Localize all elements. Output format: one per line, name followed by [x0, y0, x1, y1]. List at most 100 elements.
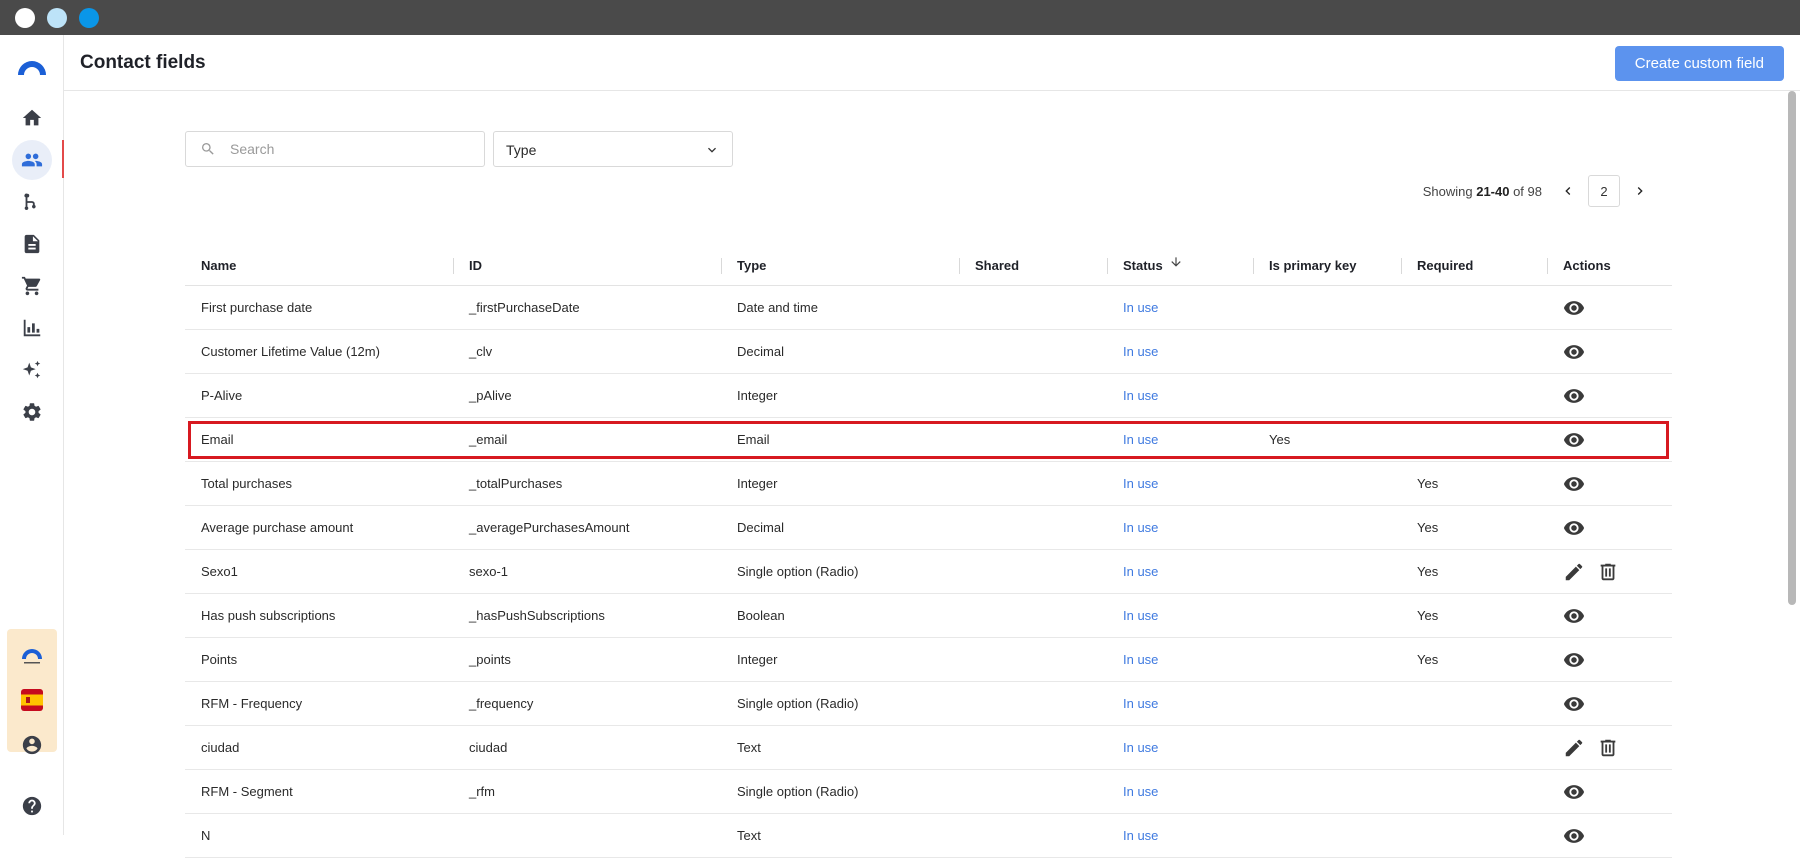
previous-page-button[interactable] — [1556, 179, 1580, 203]
search-icon — [202, 143, 214, 155]
table-row[interactable]: Total purchases _totalPurchases Integer In … — [185, 462, 1672, 506]
search-box[interactable] — [185, 131, 485, 167]
nav-flows[interactable] — [12, 182, 52, 222]
cell-primary-key — [1253, 594, 1401, 637]
cell-status: In use — [1123, 828, 1159, 843]
cell-primary-key — [1253, 814, 1401, 857]
window-minimize-button[interactable] — [47, 8, 67, 28]
scrollbar-thumb[interactable] — [1788, 91, 1796, 605]
view-icon[interactable] — [1563, 297, 1585, 319]
column-header-status[interactable]: Status — [1107, 246, 1253, 286]
cell-name: Email — [201, 432, 234, 447]
column-header-id[interactable]: ID — [453, 246, 721, 286]
nav-account[interactable] — [12, 725, 52, 765]
help-icon — [22, 796, 42, 816]
cell-status: In use — [1123, 652, 1159, 667]
column-header-primary-key[interactable]: Is primary key — [1253, 246, 1401, 286]
cell-status: In use — [1123, 520, 1159, 535]
cell-required: Yes — [1417, 520, 1439, 535]
view-icon[interactable] — [1563, 341, 1585, 363]
table-row[interactable]: Email _email Email In use Yes — [185, 418, 1672, 462]
view-icon[interactable] — [1563, 385, 1585, 407]
table-row[interactable]: ciudad ciudad Text In use — [185, 726, 1672, 770]
table-row[interactable]: N Text In use — [185, 814, 1672, 858]
search-input[interactable] — [230, 132, 470, 166]
next-page-button[interactable] — [1628, 179, 1652, 203]
nav-templates[interactable] — [12, 224, 52, 264]
cell-required: Yes — [1417, 564, 1439, 579]
column-header-required[interactable]: Required — [1401, 246, 1547, 286]
view-icon[interactable] — [1563, 605, 1585, 627]
cell-primary-key: Yes — [1269, 432, 1291, 447]
view-icon[interactable] — [1563, 693, 1585, 715]
nav-cart[interactable] — [12, 266, 52, 306]
cell-primary-key — [1253, 682, 1401, 725]
cell-name: RFM - Frequency — [201, 696, 303, 711]
column-header-name[interactable]: Name — [185, 246, 453, 286]
vertical-scrollbar[interactable] — [1788, 91, 1796, 835]
edit-icon[interactable] — [1563, 561, 1585, 583]
current-page-input[interactable]: 2 — [1588, 175, 1620, 207]
cell-id: _rfm — [469, 784, 495, 799]
view-icon[interactable] — [1563, 473, 1585, 495]
create-custom-field-button[interactable]: Create custom field — [1614, 46, 1784, 81]
table-row[interactable]: Customer Lifetime Value (12m) _clv Decimal… — [185, 330, 1672, 374]
table-row[interactable]: RFM - Segment _rfm Single option (Radio) In… — [185, 770, 1672, 814]
nav-contacts[interactable] — [12, 140, 52, 180]
delete-icon[interactable] — [1597, 561, 1619, 583]
window-maximize-button[interactable] — [79, 8, 99, 28]
cell-required — [1401, 770, 1547, 813]
cell-actions — [1547, 638, 1672, 681]
cell-status: In use — [1123, 476, 1159, 491]
delete-icon[interactable] — [1597, 737, 1619, 759]
column-header-actions: Actions — [1547, 246, 1672, 286]
column-header-type[interactable]: Type — [721, 246, 959, 286]
cell-shared — [959, 286, 1107, 329]
column-header-shared[interactable]: Shared — [959, 246, 1107, 286]
window-close-button[interactable] — [15, 8, 35, 28]
cell-status: In use — [1123, 696, 1159, 711]
table-row[interactable]: First purchase date _firstPurchaseDate Dat… — [185, 286, 1672, 330]
table-row[interactable]: RFM - Frequency _frequency Single option (… — [185, 682, 1672, 726]
nav-ai[interactable] — [12, 350, 52, 390]
view-icon[interactable] — [1563, 649, 1585, 671]
cell-primary-key — [1253, 770, 1401, 813]
cell-primary-key — [1253, 550, 1401, 593]
cell-type: Single option (Radio) — [737, 784, 859, 799]
cell-name: P-Alive — [201, 388, 243, 403]
analytics-icon — [23, 319, 41, 337]
edit-icon[interactable] — [1563, 737, 1585, 759]
view-icon[interactable] — [1563, 517, 1585, 539]
cell-type: Integer — [737, 476, 778, 491]
cell-name: RFM - Segment — [201, 784, 293, 799]
cell-type: Email — [737, 432, 770, 447]
cell-primary-key — [1253, 374, 1401, 417]
nav-home[interactable] — [12, 98, 52, 138]
cell-id: _firstPurchaseDate — [469, 300, 580, 315]
cell-shared — [959, 638, 1107, 681]
nav-help[interactable] — [12, 786, 52, 826]
table-row[interactable]: Average purchase amount _averagePurchases… — [185, 506, 1672, 550]
cell-required: Yes — [1417, 608, 1439, 623]
table-row[interactable]: P-Alive _pAlive Integer In use — [185, 374, 1672, 418]
cell-id: _email — [469, 432, 508, 447]
cell-actions — [1547, 726, 1672, 769]
cell-name: First purchase date — [201, 300, 313, 315]
table-row[interactable]: Has push subscriptions _hasPushSubscripti… — [185, 594, 1672, 638]
view-icon[interactable] — [1563, 429, 1585, 451]
view-icon[interactable] — [1563, 781, 1585, 803]
cell-required — [1401, 814, 1547, 857]
table-row[interactable]: Points _points Integer In use Yes — [185, 638, 1672, 682]
account-logo-icon — [22, 649, 42, 664]
arrow-down-icon — [1171, 257, 1181, 267]
ai-sparkle-icon — [22, 360, 41, 379]
nav-analytics[interactable] — [12, 308, 52, 348]
cell-id: ciudad — [469, 740, 508, 755]
window-titlebar — [0, 0, 1800, 35]
table-row[interactable]: Sexo1 sexo-1 Single option (Radio) In use Ye… — [185, 550, 1672, 594]
app-logo[interactable] — [16, 57, 48, 77]
nav-settings[interactable] — [12, 392, 52, 432]
cell-id — [453, 814, 721, 857]
type-filter-select[interactable]: Type — [493, 131, 733, 167]
view-icon[interactable] — [1563, 825, 1585, 847]
